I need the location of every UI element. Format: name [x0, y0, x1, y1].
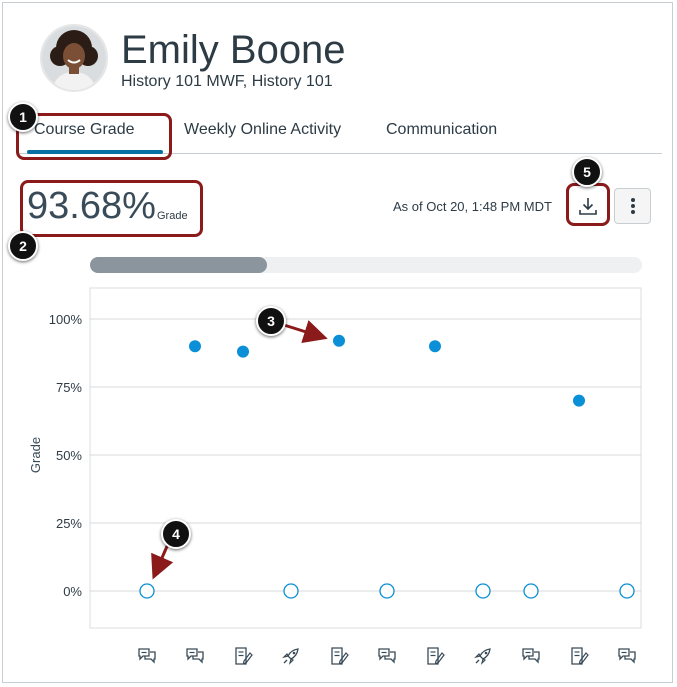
callout-arrow-4: [151, 543, 174, 580]
callout-arrow-3: [283, 320, 328, 344]
callout-badge-3: 3: [256, 306, 286, 336]
callout-arrows: [151, 320, 328, 580]
callout-badge-5: 5: [572, 157, 602, 187]
callout-badge-4: 4: [161, 519, 191, 549]
callout-badge-1: 1: [8, 102, 38, 132]
callout-badge-2: 2: [8, 231, 38, 261]
